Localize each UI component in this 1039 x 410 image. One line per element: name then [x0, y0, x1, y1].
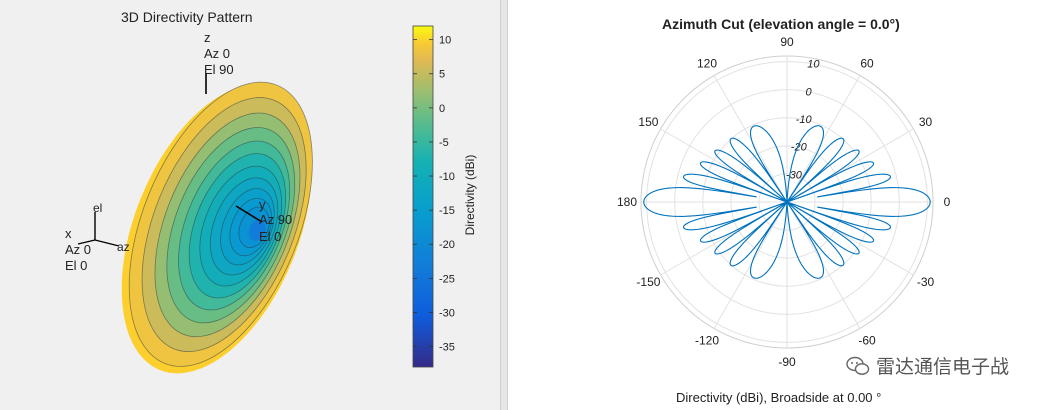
polar-angle-label: 0 — [944, 195, 951, 209]
colorbar-tick-label: -15 — [439, 205, 455, 217]
polar-angle-label: -60 — [858, 334, 876, 348]
watermark-text: 雷达通信电子战 — [875, 357, 1009, 378]
y-axis-el: El 0 — [259, 229, 282, 244]
panel-divider[interactable] — [500, 0, 508, 410]
x-axis-el: El 0 — [65, 258, 88, 273]
triad-az-line — [94, 239, 120, 247]
y-axis-label: y — [259, 197, 266, 212]
polar-radial-label: 10 — [807, 59, 820, 71]
colorbar — [412, 25, 434, 368]
colorbar-tick-label: -25 — [439, 273, 455, 285]
polar-angle-label: 60 — [860, 56, 874, 70]
polar-spoke — [713, 201, 788, 329]
polar-angle-label: -30 — [917, 275, 935, 289]
polar-spoke — [786, 201, 861, 329]
triad-el-label: el — [93, 201, 103, 215]
left-figure-panel: 3D Directivity Pattern 10 5 0 -5 -10 -15 -20 -2… — [0, 0, 500, 410]
y-axis-az: Az 90 — [259, 212, 293, 227]
triad-az-label: az — [117, 240, 130, 254]
colorbar-tick-label: 10 — [439, 35, 451, 47]
polar-spoke — [713, 75, 788, 203]
colorbar-label: Directivity (dBi) — [463, 154, 477, 236]
polar-radial-label: -10 — [796, 114, 813, 126]
colorbar-tick-label: -10 — [439, 171, 455, 183]
polar-radial-label: -30 — [786, 169, 803, 181]
colorbar-tick-label: -20 — [439, 239, 455, 251]
polar-spoke — [786, 75, 861, 203]
colorbar-tick-label: 5 — [439, 69, 445, 81]
polar-caption: Directivity (dBi), Broadside at 0.00 ° — [676, 390, 882, 405]
z-axis-az: Az 0 — [204, 46, 231, 61]
x-axis-az: Az 0 — [65, 242, 92, 257]
polar-angle-label: 90 — [780, 35, 794, 49]
colorbar-tick-label: -5 — [439, 137, 449, 149]
polar-angle-label: 180 — [617, 195, 637, 209]
polar-angle-label: 150 — [638, 115, 658, 129]
polar-plot: 0 30 60 90 120 150 180 -150 -120 -90 -60 -30 10 0 -10 -… — [617, 35, 951, 369]
polar-angle-label: -150 — [636, 275, 660, 289]
x-axis-label: x — [65, 226, 72, 241]
surface-plot: 10 5 0 -5 -10 -15 -20 -25 -30 -35 — [77, 25, 455, 374]
z-axis-label: z — [204, 30, 211, 45]
polar-angle-label: 120 — [697, 56, 717, 70]
wechat-icon — [846, 356, 870, 375]
polar-angle-label: -90 — [778, 355, 796, 369]
colorbar-tick-label: -30 — [439, 307, 455, 319]
polar-angle-label: 30 — [919, 115, 933, 129]
right-figure-panel: 0 30 60 90 120 150 180 -150 -120 -90 -60 -30 10 0 -10 -… — [508, 0, 1039, 410]
z-axis-el: El 90 — [204, 62, 234, 77]
watermark: 雷达通信电子战 — [846, 352, 1009, 379]
polar-chart-title: Azimuth Cut (elevation angle = 0.0°) — [662, 16, 900, 32]
polar-angle-label: -120 — [695, 334, 719, 348]
colorbar-tick-label: 0 — [439, 103, 445, 115]
colorbar-tick-label: -35 — [439, 342, 455, 354]
polar-radial-label: 0 — [805, 86, 812, 98]
